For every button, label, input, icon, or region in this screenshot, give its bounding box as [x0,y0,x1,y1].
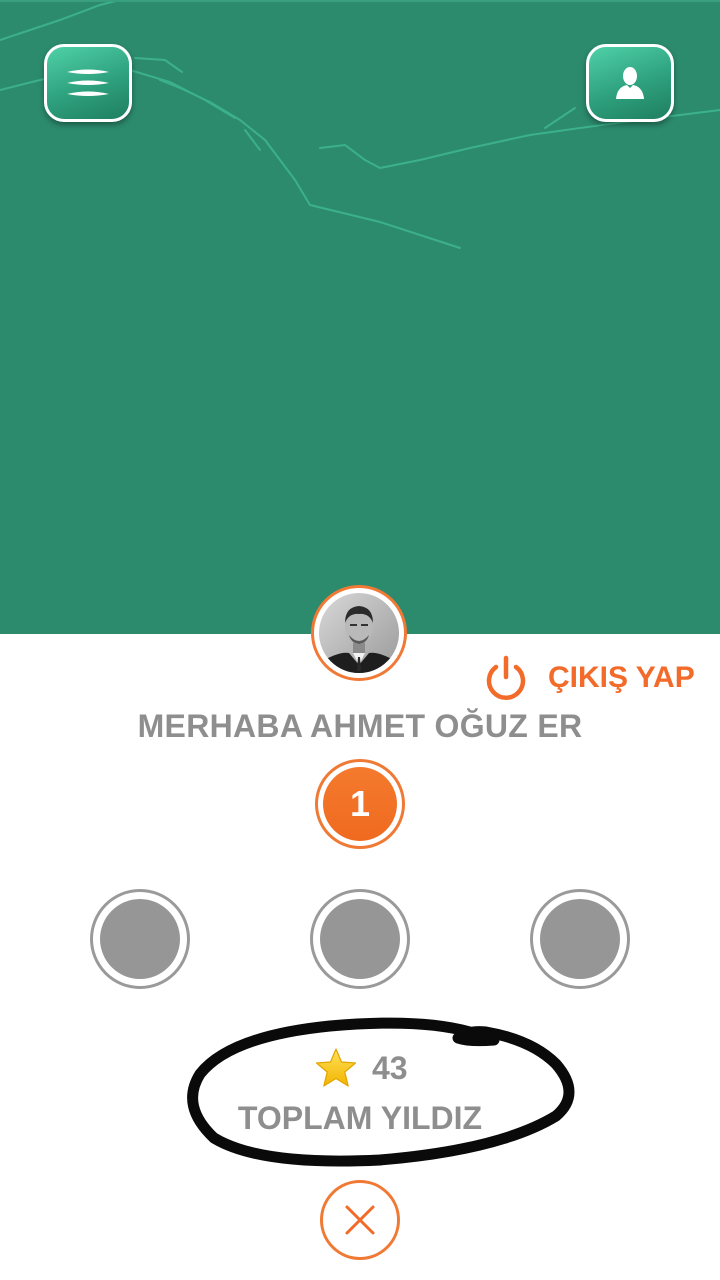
app-screen: ÇIKIŞ YAP MERHABA AHMET OĞUZ ER 1 43 TOP… [0,0,720,1280]
logout-button[interactable]: ÇIKIŞ YAP [484,654,695,702]
stars-label: TOPLAM YILDIZ [237,1100,483,1136]
stars-count: 43 [372,1049,408,1086]
menu-button[interactable] [44,44,132,122]
greeting-text: MERHABA AHMET OĞUZ ER [137,708,583,744]
power-icon [486,655,526,700]
map-view[interactable] [0,0,720,634]
logout-label: ÇIKIŞ YAP [548,661,695,694]
user-profile-icon [616,67,644,99]
badge-slot-3[interactable] [530,889,630,989]
hamburger-menu-icon [67,69,109,96]
badge-placeholder [100,899,180,979]
level-badge: 1 [315,759,405,849]
avatar[interactable] [311,585,407,681]
level-number: 1 [323,767,397,841]
star-icon [315,1048,357,1087]
close-button[interactable] [320,1180,400,1260]
user-avatar-photo [319,593,399,673]
badge-placeholder [320,899,400,979]
stars-total: 43 [314,1044,408,1092]
profile-button[interactable] [586,44,674,122]
badge-placeholder [540,899,620,979]
badge-slot-2[interactable] [310,889,410,989]
badge-slot-1[interactable] [90,889,190,989]
close-icon [345,1205,375,1235]
